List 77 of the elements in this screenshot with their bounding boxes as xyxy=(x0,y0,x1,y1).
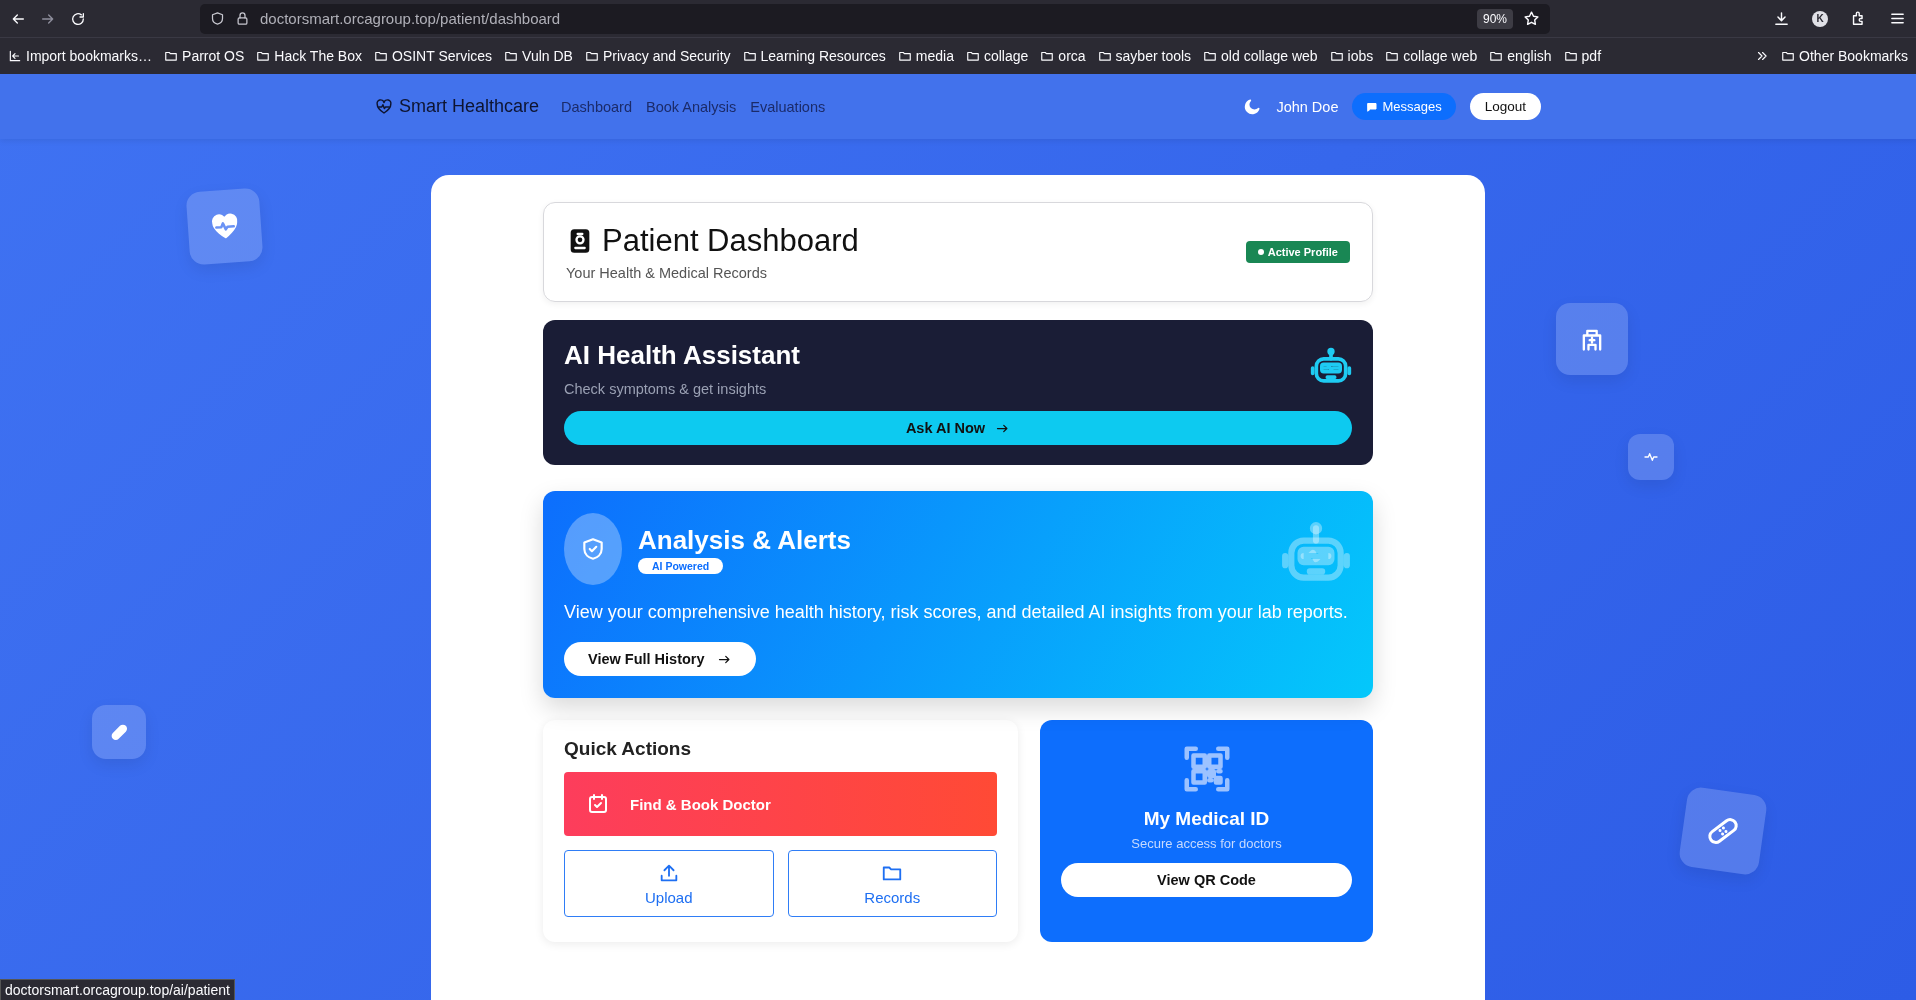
ai-badge: AI Powered xyxy=(638,557,724,574)
folder-icon xyxy=(1385,49,1400,63)
brand-name[interactable]: Smart Healthcare xyxy=(399,96,540,117)
address-bar[interactable]: doctorsmart.orcagroup.top/patient/dashboard 90% xyxy=(200,3,1550,34)
folder-icon xyxy=(373,49,388,63)
heart-pulse-icon xyxy=(375,97,393,116)
ask-ai-button[interactable]: Ask AI Now xyxy=(564,411,1352,445)
action-button[interactable]: Upload xyxy=(564,850,774,917)
bookmark-item[interactable]: iobs xyxy=(1329,48,1374,64)
folder-icon xyxy=(1097,49,1112,63)
folder-icon xyxy=(897,49,912,63)
folder-icon xyxy=(1489,49,1504,63)
import-icon xyxy=(8,49,22,63)
bookmark-item[interactable]: Parrot OS xyxy=(164,48,245,64)
card-subtitle: Check symptoms & get insights xyxy=(564,381,768,397)
folder-icon xyxy=(584,49,599,63)
download-icon xyxy=(1773,10,1790,27)
user-name: John Doe xyxy=(1276,98,1339,115)
folder-icon xyxy=(1040,49,1055,63)
folder-icon xyxy=(1781,49,1796,63)
bookmark-label: old collage web xyxy=(1221,48,1318,64)
folder-icon xyxy=(164,49,179,63)
bookmark-item[interactable]: collage web xyxy=(1385,48,1478,64)
reload-icon xyxy=(70,10,86,27)
card-title: My Medical ID xyxy=(1143,808,1270,830)
bookmark-item[interactable]: orca xyxy=(1040,48,1086,64)
lock-icon xyxy=(235,11,250,26)
bookmark-item[interactable]: collage xyxy=(965,48,1029,64)
folder-icon xyxy=(965,49,980,63)
status-badge: Active Profile xyxy=(1245,241,1350,263)
status-url: doctorsmart.orcagroup.top/ai/patient xyxy=(0,979,235,1000)
bookmark-item[interactable]: english xyxy=(1489,48,1552,64)
url-text: doctorsmart.orcagroup.top/patient/dashboard xyxy=(260,10,562,27)
bookmark-label: orca xyxy=(1058,48,1086,64)
shield-icon xyxy=(210,11,225,26)
folder-icon xyxy=(504,49,519,63)
card-title: Analysis & Alerts xyxy=(638,524,851,556)
bookmark-item[interactable]: sayber tools xyxy=(1097,48,1192,64)
bookmark-item[interactable]: Vuln DB xyxy=(504,48,573,64)
bookmark-label: english xyxy=(1507,48,1552,64)
bookmark-label: Parrot OS xyxy=(182,48,245,64)
bookmark-item[interactable]: old collage web xyxy=(1203,48,1318,64)
card-title: AI Health Assistant xyxy=(564,340,800,371)
bookmark-label: media xyxy=(915,48,954,64)
bookmark-label: iobs xyxy=(1347,48,1374,64)
bookmark-label: Hack The Box xyxy=(274,48,362,64)
folder-icon xyxy=(1329,49,1344,63)
bookmark-label: sayber tools xyxy=(1115,48,1192,64)
view-qr-button[interactable]: View QR Code xyxy=(1061,863,1352,897)
logout-button[interactable]: Logout xyxy=(1469,93,1541,120)
bookmark-label: Vuln DB xyxy=(522,48,573,64)
bookmark-item[interactable]: pdf xyxy=(1563,48,1602,64)
chevrons-icon xyxy=(1755,49,1770,63)
bookmark-label: collage web xyxy=(1403,48,1478,64)
star-icon xyxy=(1523,10,1540,27)
account-avatar[interactable]: K xyxy=(1812,10,1828,27)
bookmark-item[interactable]: Hack The Box xyxy=(256,48,362,64)
zoom-level[interactable]: 90% xyxy=(1476,8,1513,29)
chat-icon xyxy=(1366,100,1379,113)
folder-icon xyxy=(1203,49,1218,63)
messages-button[interactable]: Messages xyxy=(1352,93,1456,120)
card-subtitle: Secure access for doctors xyxy=(1131,836,1282,851)
card-description: View your comprehensive health history, risk scores, and detailed AI insights from your lab reports. xyxy=(564,601,1349,624)
section-title: Quick Actions xyxy=(564,738,693,760)
page-title: Patient Dashboard xyxy=(602,223,859,259)
calendar-icon xyxy=(586,792,610,816)
folder-icon xyxy=(742,49,757,63)
view-history-button[interactable]: View Full History xyxy=(564,642,756,676)
folder-icon xyxy=(1563,49,1578,63)
shield-check-icon xyxy=(580,536,606,562)
bookmark-label: collage xyxy=(983,48,1029,64)
reload-button[interactable] xyxy=(70,10,86,27)
bookmark-item[interactable]: media xyxy=(897,48,954,64)
action-button[interactable]: Records xyxy=(787,850,997,917)
folder-icon xyxy=(256,49,271,63)
page-subtitle: Your Health & Medical Records xyxy=(566,265,768,281)
bookmark-label: pdf xyxy=(1581,48,1602,64)
